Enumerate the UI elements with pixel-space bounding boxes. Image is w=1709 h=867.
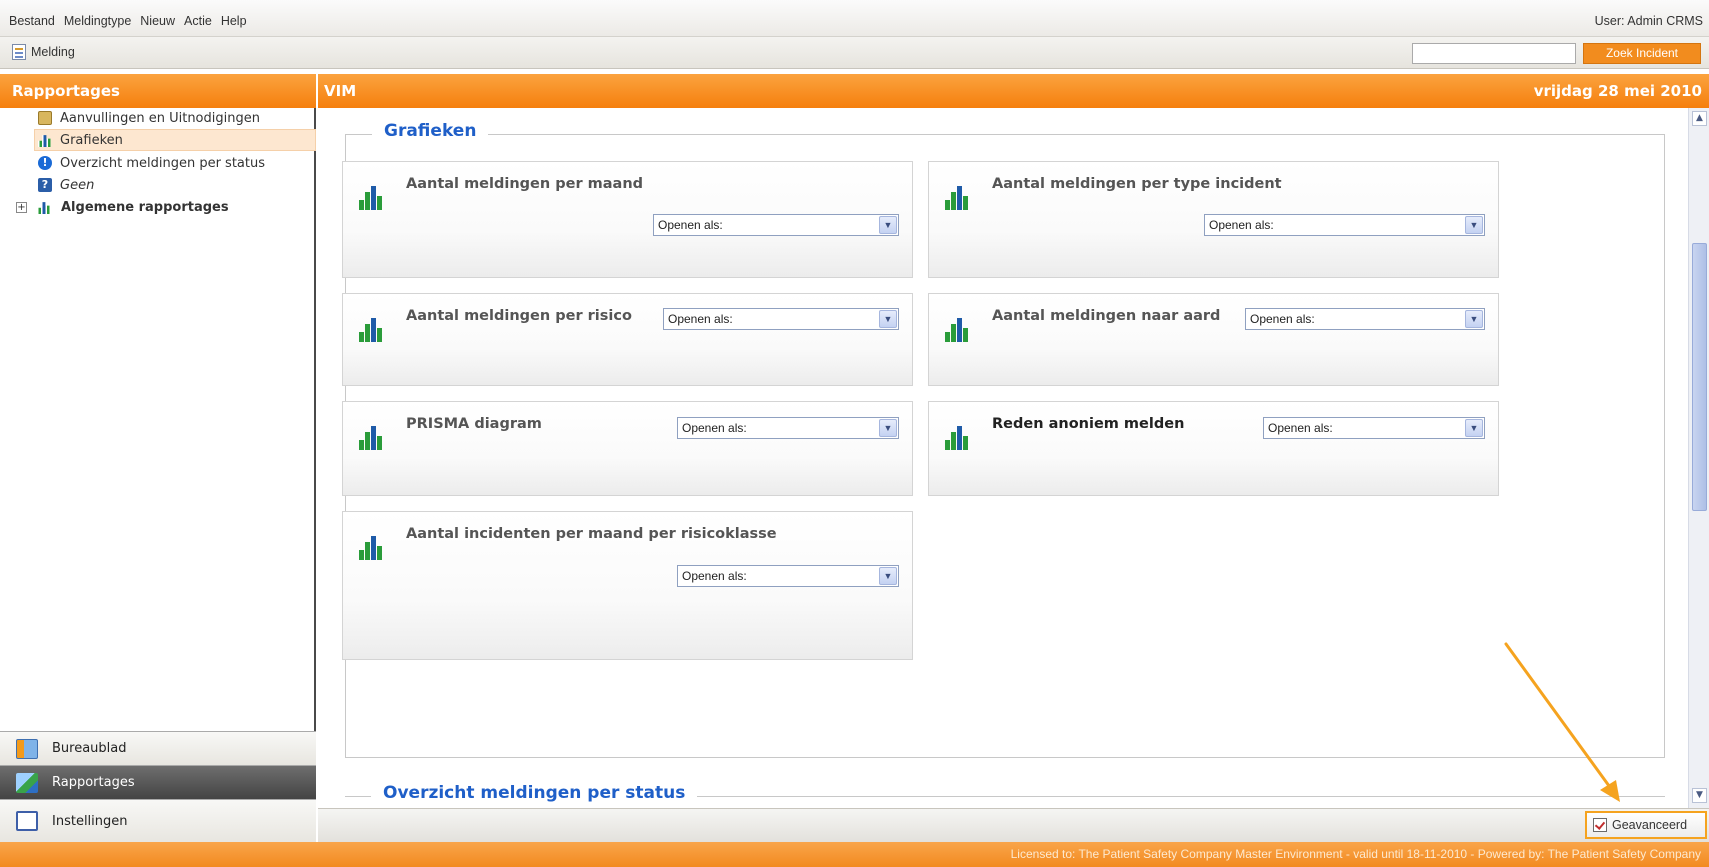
card-title: Aantal meldingen per risico <box>406 308 632 324</box>
card-incidenten-per-risicoklasse: Aantal incidenten per maand per risicokl… <box>342 511 913 660</box>
card-title: Aantal meldingen naar aard <box>992 308 1221 324</box>
open-as-select[interactable]: Openen als: ▼ <box>1263 417 1485 439</box>
sidebar-header: Rapportages <box>0 74 316 108</box>
tree-item-algemene[interactable]: + Algemene rapportages <box>16 197 229 217</box>
menu-nieuw[interactable]: Nieuw <box>140 14 175 28</box>
search-input[interactable] <box>1412 43 1576 64</box>
menu-help[interactable]: Help <box>221 14 247 28</box>
open-as-select[interactable]: Openen als: ▼ <box>677 417 899 439</box>
nav-label: Rapportages <box>52 775 135 790</box>
nav-label: Instellingen <box>52 813 128 829</box>
footer: Licensed to: The Patient Safety Company … <box>0 842 1709 867</box>
tree-item-aanvullingen[interactable]: Aanvullingen en Uitnodigingen <box>38 108 260 128</box>
melding-label: Melding <box>31 45 75 59</box>
geavanceerd-button[interactable]: Geavanceerd <box>1585 811 1707 839</box>
chevron-down-icon: ▼ <box>1465 419 1483 437</box>
clipboard-icon <box>38 111 52 125</box>
toolbar: Melding Zoek Incident <box>0 37 1709 69</box>
chevron-down-icon: ▼ <box>879 216 897 234</box>
card-reden-anoniem: Reden anoniem melden Openen als: ▼ <box>928 401 1499 496</box>
open-as-select[interactable]: Openen als: ▼ <box>677 565 899 587</box>
chart-icon <box>944 186 970 210</box>
chart-icon <box>944 318 970 342</box>
card-prisma-diagram: PRISMA diagram Openen als: ▼ <box>342 401 913 496</box>
tree-item-geen[interactable]: ? Geen <box>38 175 94 195</box>
tree-label: Overzicht meldingen per status <box>60 155 265 171</box>
menu-meldingtype[interactable]: Meldingtype <box>64 14 131 28</box>
tree-label: Geen <box>60 177 95 193</box>
chevron-down-icon: ▼ <box>879 567 897 585</box>
scroll-thumb[interactable] <box>1692 243 1707 511</box>
menu-bar: Bestand Meldingtype Nieuw Actie Help Use… <box>0 0 1709 37</box>
status-bar: Geavanceerd <box>318 808 1709 842</box>
section-title: Overzicht meldingen per status <box>371 783 698 803</box>
menu-actie[interactable]: Actie <box>184 14 212 28</box>
chevron-down-icon: ▼ <box>879 310 897 328</box>
chart-icon <box>358 536 384 560</box>
tree-label: Algemene rapportages <box>61 199 229 215</box>
card-meldingen-per-type: Aantal meldingen per type incident Opene… <box>928 161 1499 278</box>
card-meldingen-per-risico: Aantal meldingen per risico Openen als: ▼ <box>342 293 913 386</box>
overzicht-group: Overzicht meldingen per status <box>345 783 1665 808</box>
tree-item-overzicht-status[interactable]: ! Overzicht meldingen per status <box>38 153 265 173</box>
desktop-icon <box>16 738 38 759</box>
main-content: Grafieken Aantal meldingen per maand Ope… <box>318 108 1688 808</box>
section-title: Grafieken <box>372 121 489 141</box>
card-meldingen-per-maand: Aantal meldingen per maand Openen als: ▼ <box>342 161 913 278</box>
open-as-select[interactable]: Openen als: ▼ <box>653 214 899 236</box>
chart-icon <box>358 318 384 342</box>
nav-bureaublad[interactable]: Bureaublad <box>0 731 316 765</box>
geavanceerd-label: Geavanceerd <box>1612 818 1688 832</box>
chart-icon <box>37 202 50 214</box>
user-label: User: Admin CRMS <box>1594 14 1703 28</box>
main-menu: Bestand Meldingtype Nieuw Actie Help <box>9 14 247 28</box>
melding-button[interactable]: Melding <box>12 44 75 60</box>
vertical-scrollbar[interactable]: ▲ ▼ <box>1688 108 1709 808</box>
license-text: Licensed to: The Patient Safety Company … <box>1010 847 1701 861</box>
chevron-down-icon: ▼ <box>1465 216 1483 234</box>
open-as-select[interactable]: Openen als: ▼ <box>663 308 899 330</box>
open-as-select[interactable]: Openen als: ▼ <box>1204 214 1485 236</box>
tree-item-grafieken[interactable]: Grafieken <box>34 129 316 151</box>
chevron-down-icon: ▼ <box>1465 310 1483 328</box>
card-meldingen-naar-aard: Aantal meldingen naar aard Openen als: ▼ <box>928 293 1499 386</box>
content-header: VIM vrijdag 28 mei 2010 <box>318 74 1709 108</box>
card-title: Aantal meldingen per type incident <box>992 176 1282 192</box>
chart-icon <box>358 426 384 450</box>
scroll-up-icon[interactable]: ▲ <box>1692 111 1707 126</box>
nav-instellingen[interactable]: Instellingen <box>0 799 316 842</box>
tree-label: Grafieken <box>60 132 123 148</box>
report-chart-icon <box>16 772 38 793</box>
date-label: vrijdag 28 mei 2010 <box>1533 82 1702 100</box>
info-icon: ! <box>38 156 52 170</box>
chart-icon <box>358 186 384 210</box>
chevron-down-icon: ▼ <box>879 419 897 437</box>
menu-bestand[interactable]: Bestand <box>9 14 55 28</box>
settings-checklist-icon <box>16 811 38 831</box>
card-title: Aantal incidenten per maand per risicokl… <box>406 526 777 542</box>
card-title: PRISMA diagram <box>406 416 542 432</box>
document-icon <box>12 44 26 60</box>
open-as-select[interactable]: Openen als: ▼ <box>1245 308 1485 330</box>
nav-rapportages[interactable]: Rapportages <box>0 765 316 799</box>
chart-icon <box>944 426 970 450</box>
content-title: VIM <box>324 82 357 100</box>
zoek-incident-button[interactable]: Zoek Incident <box>1583 43 1701 64</box>
checkbox-icon <box>1593 818 1607 832</box>
scroll-down-icon[interactable]: ▼ <box>1692 788 1707 803</box>
tree-label: Aanvullingen en Uitnodigingen <box>60 110 260 126</box>
chart-icon <box>38 135 51 147</box>
card-title: Aantal meldingen per maand <box>406 176 644 192</box>
sidebar: Aanvullingen en Uitnodigingen Grafieken … <box>0 108 316 731</box>
nav-label: Bureaublad <box>52 741 127 756</box>
help-icon: ? <box>38 178 52 192</box>
card-title: Reden anoniem melden <box>992 416 1185 432</box>
expand-icon[interactable]: + <box>16 201 27 213</box>
